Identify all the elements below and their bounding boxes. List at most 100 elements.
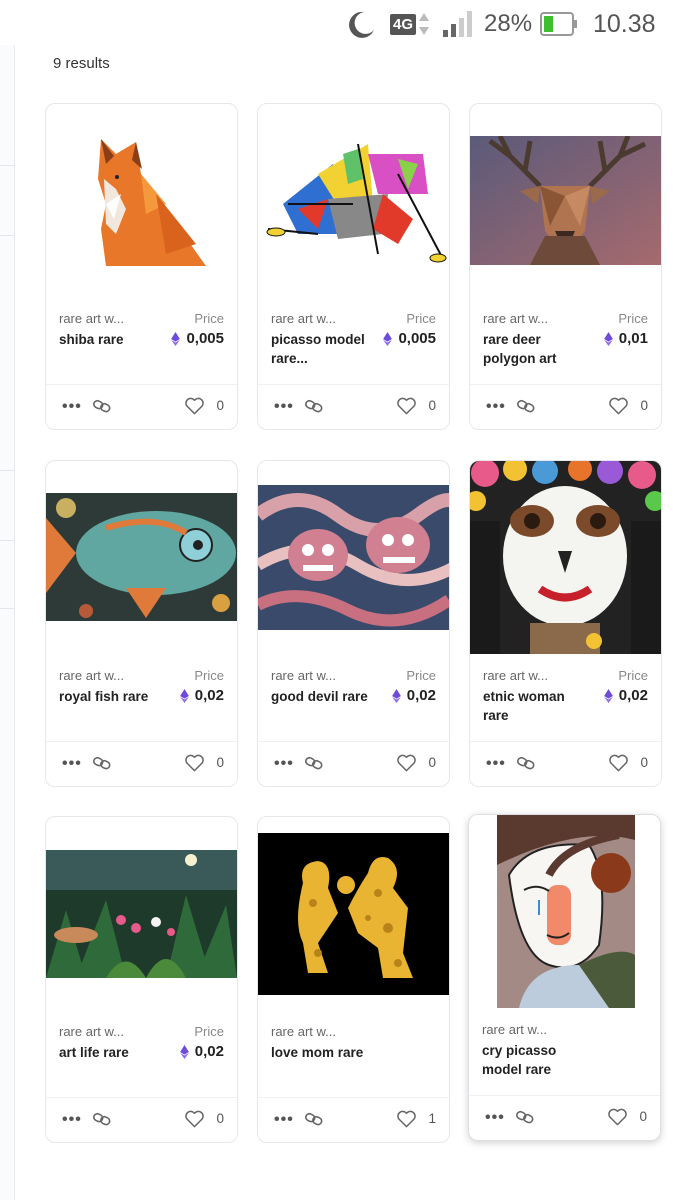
- nft-card[interactable]: rare art w... Price good devil rare 0,02…: [257, 460, 450, 787]
- collection-name[interactable]: rare art w...: [271, 311, 336, 326]
- more-dots-icon[interactable]: •••: [62, 398, 82, 416]
- like-count: 0: [216, 1111, 224, 1126]
- nft-name[interactable]: love mom rare: [271, 1043, 371, 1062]
- moon-icon: [344, 0, 376, 48]
- card-footer: ••• 0: [258, 384, 449, 429]
- nft-image-devil[interactable]: [258, 485, 449, 630]
- link-icon[interactable]: [305, 398, 323, 414]
- like-count: 0: [428, 398, 436, 413]
- more-dots-icon[interactable]: •••: [274, 755, 294, 773]
- nft-card[interactable]: rare art w... love mom rare ••• 1: [257, 816, 450, 1143]
- ethereum-icon: [179, 1044, 189, 1059]
- nft-card[interactable]: rare art w... Price royal fish rare 0,02…: [45, 460, 238, 787]
- nft-name[interactable]: good devil rare: [271, 687, 371, 706]
- more-dots-icon[interactable]: •••: [62, 1111, 82, 1129]
- price-label: Price: [406, 668, 436, 683]
- heart-icon[interactable]: [608, 1108, 627, 1126]
- link-icon[interactable]: [305, 755, 323, 771]
- nft-name[interactable]: cry picasso model rare: [482, 1041, 582, 1079]
- link-icon[interactable]: [93, 1111, 111, 1127]
- like-count: 0: [216, 398, 224, 413]
- nft-name[interactable]: shiba rare: [59, 330, 159, 349]
- heart-icon[interactable]: [609, 397, 628, 415]
- battery-percent: 28%: [484, 10, 533, 37]
- collection-name[interactable]: rare art w...: [482, 1022, 547, 1037]
- collection-name[interactable]: rare art w...: [59, 311, 124, 326]
- like-count: 1: [428, 1111, 436, 1126]
- collection-name[interactable]: rare art w...: [483, 668, 548, 683]
- heart-icon[interactable]: [397, 397, 416, 415]
- price-label: Price: [194, 668, 224, 683]
- like-count: 0: [216, 755, 224, 770]
- collection-name[interactable]: rare art w...: [59, 668, 124, 683]
- nft-name[interactable]: rare deer polygon art: [483, 330, 583, 368]
- collection-name[interactable]: rare art w...: [483, 311, 548, 326]
- like-count: 0: [428, 755, 436, 770]
- nft-image-etnic-woman[interactable]: [470, 461, 661, 654]
- link-icon[interactable]: [517, 755, 535, 771]
- nft-card[interactable]: rare art w... Price shiba rare 0,005 •••…: [45, 103, 238, 430]
- price-label: Price: [618, 668, 648, 683]
- heart-icon[interactable]: [609, 754, 628, 772]
- like-count: 0: [640, 755, 648, 770]
- heart-icon[interactable]: [185, 397, 204, 415]
- link-icon[interactable]: [93, 398, 111, 414]
- link-icon[interactable]: [516, 1109, 534, 1125]
- nft-card[interactable]: rare art w... Price etnic woman rare 0,0…: [469, 460, 662, 787]
- side-panel: [0, 45, 15, 1200]
- more-dots-icon[interactable]: •••: [486, 398, 506, 416]
- card-footer: ••• 0: [46, 741, 237, 786]
- battery-icon: [540, 0, 578, 48]
- card-footer: ••• 0: [469, 1095, 660, 1140]
- more-dots-icon[interactable]: •••: [62, 755, 82, 773]
- more-dots-icon[interactable]: •••: [485, 1109, 505, 1127]
- nft-card[interactable]: rare art w... cry picasso model rare •••…: [468, 814, 661, 1141]
- price-label: Price: [618, 311, 648, 326]
- ethereum-icon: [391, 688, 401, 703]
- collection-name[interactable]: rare art w...: [59, 1024, 124, 1039]
- nft-image-jungle[interactable]: [46, 850, 237, 978]
- price-label: Price: [194, 1024, 224, 1039]
- more-dots-icon[interactable]: •••: [274, 398, 294, 416]
- nft-card[interactable]: rare art w... Price rare deer polygon ar…: [469, 103, 662, 430]
- link-icon[interactable]: [517, 398, 535, 414]
- nft-image-fish[interactable]: [46, 493, 237, 621]
- ethereum-icon: [179, 688, 189, 703]
- signal-icon: [442, 0, 476, 48]
- heart-icon[interactable]: [397, 754, 416, 772]
- nft-name[interactable]: art life rare: [59, 1043, 159, 1062]
- card-footer: ••• 0: [258, 741, 449, 786]
- price-label: Price: [194, 311, 224, 326]
- nft-image-deer[interactable]: [470, 136, 661, 265]
- price-value: 0,02: [391, 687, 436, 704]
- collection-name[interactable]: rare art w...: [271, 668, 336, 683]
- nft-card[interactable]: rare art w... Price art life rare 0,02 •…: [45, 816, 238, 1143]
- link-icon[interactable]: [305, 1111, 323, 1127]
- clock: 10.38: [593, 9, 656, 38]
- status-bar: 4G 28% 10.38: [0, 0, 675, 48]
- nft-name[interactable]: etnic woman rare: [483, 687, 583, 725]
- card-footer: ••• 1: [258, 1097, 449, 1142]
- heart-icon[interactable]: [185, 754, 204, 772]
- card-footer: ••• 0: [46, 384, 237, 429]
- collection-name[interactable]: rare art w...: [271, 1024, 336, 1039]
- nft-image-fox[interactable]: [46, 134, 237, 269]
- more-dots-icon[interactable]: •••: [274, 1111, 294, 1129]
- nft-image-picasso[interactable]: [258, 134, 449, 269]
- price-value: 0,005: [171, 330, 224, 347]
- results-count: 9 results: [53, 55, 110, 72]
- nft-name[interactable]: royal fish rare: [59, 687, 159, 706]
- price-value: 0,02: [603, 687, 648, 704]
- ethereum-icon: [603, 331, 613, 346]
- nft-card[interactable]: rare art w... Price picasso model rare..…: [257, 103, 450, 430]
- more-dots-icon[interactable]: •••: [486, 755, 506, 773]
- nft-image-cry-picasso[interactable]: [469, 815, 660, 1008]
- like-count: 0: [640, 398, 648, 413]
- price-value: 0,02: [179, 1043, 224, 1060]
- heart-icon[interactable]: [397, 1110, 416, 1128]
- ethereum-icon: [171, 331, 181, 346]
- nft-image-love-mom[interactable]: [258, 833, 449, 995]
- nft-name[interactable]: picasso model rare...: [271, 330, 371, 368]
- heart-icon[interactable]: [185, 1110, 204, 1128]
- link-icon[interactable]: [93, 755, 111, 771]
